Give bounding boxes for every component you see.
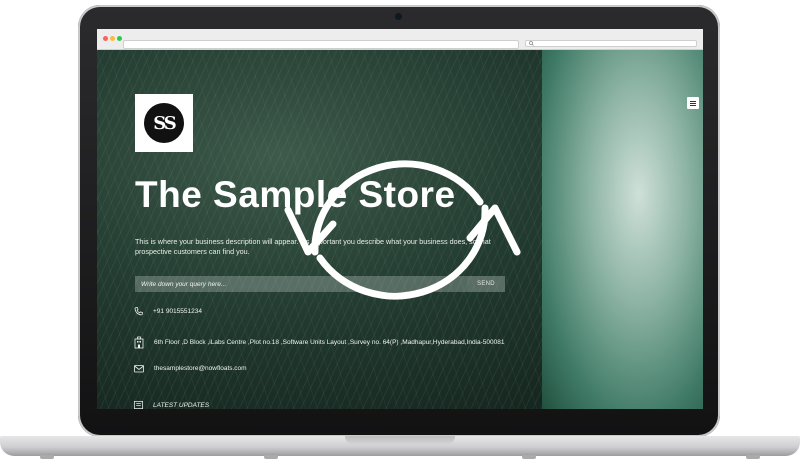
address-text: 6th Floor ,D Block ,iLabs Centre ,Plot n… <box>154 339 505 346</box>
store-description: This is where your business description … <box>135 237 491 256</box>
browser-search-bar[interactable] <box>525 40 697 47</box>
laptop-foot <box>746 455 760 459</box>
laptop-foot <box>40 455 54 459</box>
logo-mark: SS <box>144 103 184 143</box>
minimize-window-button[interactable] <box>110 36 115 41</box>
address-row[interactable]: 6th Floor ,D Block ,iLabs Centre ,Plot n… <box>133 336 504 349</box>
email-row[interactable]: thesamplestore@nowfloats.com <box>133 363 247 374</box>
updates-icon <box>134 401 143 409</box>
phone-number: +91 9015551234 <box>153 308 202 315</box>
side-image-panel <box>542 50 703 409</box>
close-window-button[interactable] <box>103 36 108 41</box>
email-icon <box>134 365 144 373</box>
address-bar[interactable] <box>123 40 519 49</box>
maximize-window-button[interactable] <box>117 36 122 41</box>
store-title: The Sample Store <box>135 174 456 215</box>
store-logo[interactable]: SS <box>135 94 193 152</box>
browser-toolbar <box>97 29 703 50</box>
latest-updates-label: LATEST UPDATES <box>153 401 210 409</box>
phone-icon <box>134 307 143 316</box>
send-button[interactable]: SEND <box>467 276 505 292</box>
latest-updates-row[interactable]: LATEST UPDATES <box>133 400 209 409</box>
laptop-foot <box>522 455 536 459</box>
search-icon <box>529 41 534 46</box>
query-input[interactable] <box>135 276 467 292</box>
laptop-base-notch <box>345 436 455 445</box>
camera-icon <box>395 13 402 20</box>
email-address: thesamplestore@nowfloats.com <box>154 365 247 372</box>
hamburger-menu-icon[interactable] <box>687 97 699 109</box>
laptop-screen: SS The Sample Store This is where your b… <box>97 29 703 409</box>
building-icon <box>134 336 144 349</box>
laptop-foot <box>264 455 278 459</box>
phone-row[interactable]: +91 9015551234 <box>133 306 202 317</box>
